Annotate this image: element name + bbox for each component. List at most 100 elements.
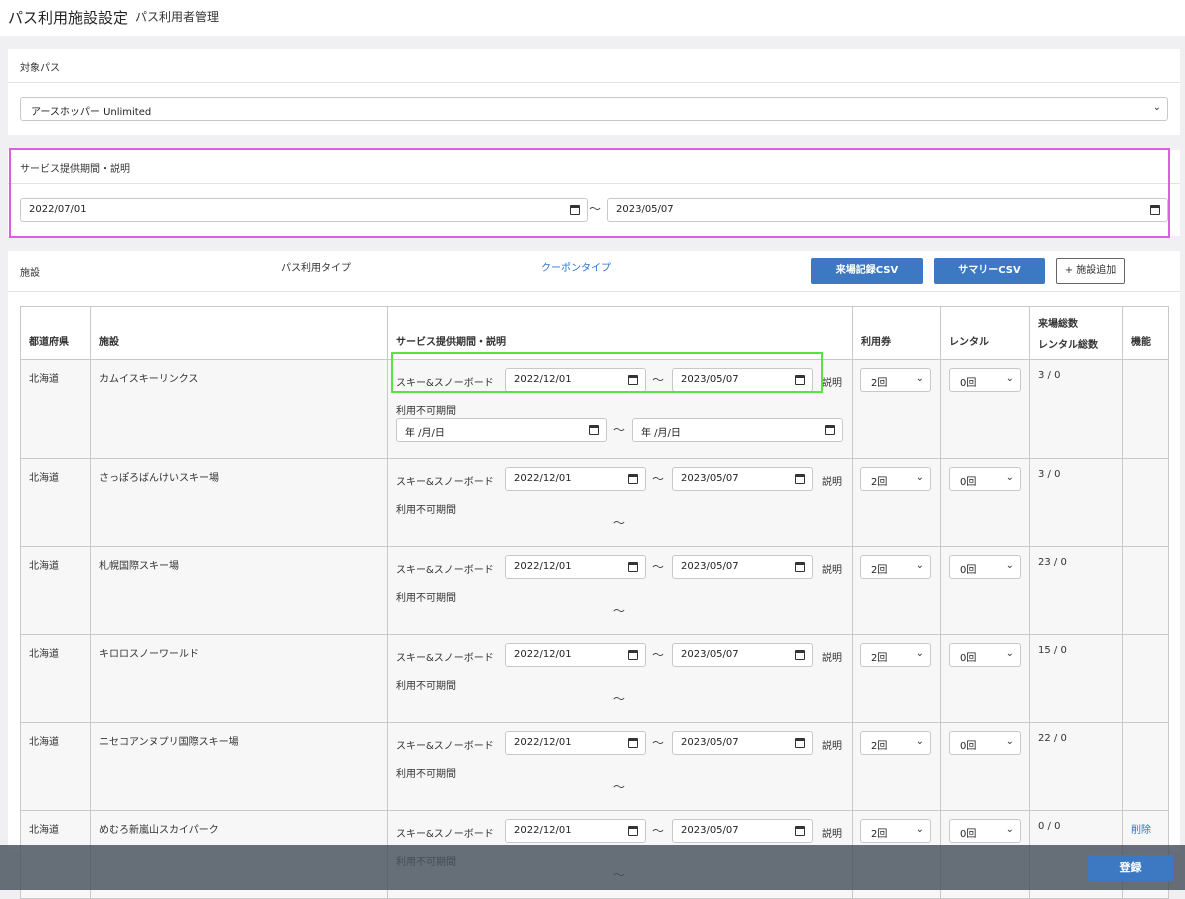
visit-record-csv-button[interactable]: 来場記録CSV — [811, 258, 923, 284]
chevron-down-icon: ⌄ — [1005, 824, 1014, 835]
facility-name: さっぽろばんけいスキー場 — [99, 473, 219, 484]
description-link[interactable]: 説明 — [822, 649, 842, 664]
plan-start-value: 2022/12/01 — [514, 825, 572, 836]
plan-end-date[interactable]: 2023/05/07 — [672, 643, 813, 667]
rental-select[interactable]: 0回 ⌄ — [949, 555, 1021, 579]
plan-end-date[interactable]: 2023/05/07 — [672, 555, 813, 579]
facility-table: 都道府県 施設 サービス提供期間・説明 利用券 レンタル 来場総数 レンタル総数… — [20, 306, 1169, 899]
cell-facility: 札幌国際スキー場 — [90, 546, 388, 635]
chevron-down-icon: ⌄ — [1005, 648, 1014, 659]
plan-start-date[interactable]: 2022/12/01 — [505, 467, 646, 491]
target-pass-select[interactable]: アースホッパー Unlimited ⌄ — [20, 97, 1168, 121]
calendar-icon[interactable] — [628, 826, 638, 836]
pass-type-label[interactable]: パス利用タイプ — [281, 259, 351, 274]
delete-link[interactable]: 削除 — [1131, 821, 1151, 836]
ticket-value: 2回 — [871, 378, 888, 389]
table-row: 北海道 ニセコアンヌプリ国際スキー場 スキー&スノーボード 2022/12/01… — [20, 722, 1169, 811]
plan-end-date[interactable]: 2023/05/07 — [672, 819, 813, 843]
page-subtitle-link[interactable]: パス利用者管理 — [135, 8, 219, 25]
col-facility: 施設 — [90, 306, 388, 360]
description-link[interactable]: 説明 — [822, 561, 842, 576]
ticket-select[interactable]: 2回 ⌄ — [860, 819, 931, 843]
cell-function — [1122, 546, 1169, 635]
ticket-select[interactable]: 2回 ⌄ — [860, 643, 931, 667]
cell-facility: キロロスノーワールド — [90, 634, 388, 723]
ticket-select[interactable]: 2回 ⌄ — [860, 731, 931, 755]
summary-csv-button[interactable]: サマリーCSV — [934, 258, 1045, 284]
facility-name: キロロスノーワールド — [99, 649, 199, 660]
ticket-value: 2回 — [871, 565, 888, 576]
chevron-down-icon: ⌄ — [915, 472, 924, 483]
calendar-icon[interactable] — [628, 562, 638, 572]
cell-totals: 22 / 0 — [1029, 722, 1123, 811]
plan-start-date[interactable]: 2022/12/01 — [505, 819, 646, 843]
add-facility-button[interactable]: + 施設追加 — [1056, 258, 1125, 284]
cell-totals: 23 / 0 — [1029, 546, 1123, 635]
ticket-select[interactable]: 2回 ⌄ — [860, 368, 931, 392]
prefecture-text: 北海道 — [29, 649, 59, 660]
coupon-type-link[interactable]: クーポンタイプ — [541, 259, 611, 274]
highlight-box-pink — [9, 148, 1170, 238]
unavailable-label: 利用不可期間 — [396, 593, 456, 604]
calendar-icon[interactable] — [795, 738, 805, 748]
calendar-icon[interactable] — [795, 826, 805, 836]
col-ticket: 利用券 — [852, 306, 941, 360]
calendar-icon[interactable] — [795, 562, 805, 572]
calendar-icon[interactable] — [628, 738, 638, 748]
calendar-icon[interactable] — [825, 425, 835, 435]
range-separator: 〜 — [613, 692, 626, 706]
rental-select[interactable]: 0回 ⌄ — [949, 731, 1021, 755]
prefecture-text: 北海道 — [29, 374, 59, 385]
range-separator: 〜 — [652, 560, 665, 574]
register-button[interactable]: 登録 — [1088, 855, 1173, 881]
plan-start-date[interactable]: 2022/12/01 — [505, 643, 646, 667]
plan-start-value: 2022/12/01 — [514, 737, 572, 748]
cell-ticket: 2回 ⌄ — [852, 546, 941, 635]
footer-bar — [0, 845, 1185, 890]
plan-start-value: 2022/12/01 — [514, 649, 572, 660]
unavailable-label: 利用不可期間 — [396, 681, 456, 692]
description-link[interactable]: 説明 — [822, 374, 842, 389]
ticket-select[interactable]: 2回 ⌄ — [860, 555, 931, 579]
cell-rental: 0回 ⌄ — [940, 634, 1030, 723]
plan-start-date[interactable]: 2022/12/01 — [505, 555, 646, 579]
rental-select[interactable]: 0回 ⌄ — [949, 368, 1021, 392]
cell-totals: 3 / 0 — [1029, 458, 1123, 547]
cell-rental: 0回 ⌄ — [940, 722, 1030, 811]
target-pass-label: 対象パス — [8, 49, 1180, 83]
chevron-down-icon: ⌄ — [1152, 102, 1161, 113]
chevron-down-icon: ⌄ — [915, 560, 924, 571]
calendar-icon[interactable] — [628, 650, 638, 660]
plan-end-date[interactable]: 2023/05/07 — [672, 731, 813, 755]
calendar-icon[interactable] — [628, 474, 638, 484]
range-separator: 〜 — [652, 736, 665, 750]
calendar-icon[interactable] — [795, 474, 805, 484]
unavailable-start-date[interactable]: 年 /月/日 — [396, 418, 607, 442]
calendar-icon[interactable] — [589, 425, 599, 435]
calendar-icon[interactable] — [795, 650, 805, 660]
plan-start-date[interactable]: 2022/12/01 — [505, 731, 646, 755]
cell-totals: 15 / 0 — [1029, 634, 1123, 723]
rental-value: 0回 — [960, 829, 977, 840]
plan-label: スキー&スノーボード — [396, 653, 494, 664]
rental-select[interactable]: 0回 ⌄ — [949, 643, 1021, 667]
col-rental: レンタル — [940, 306, 1030, 360]
col-totals: 来場総数 レンタル総数 — [1029, 306, 1123, 360]
range-separator: 〜 — [613, 516, 626, 530]
description-link[interactable]: 説明 — [822, 473, 842, 488]
rental-select[interactable]: 0回 ⌄ — [949, 467, 1021, 491]
rental-select[interactable]: 0回 ⌄ — [949, 819, 1021, 843]
ticket-select[interactable]: 2回 ⌄ — [860, 467, 931, 491]
cell-facility: カムイスキーリンクス — [90, 359, 388, 459]
description-link[interactable]: 説明 — [822, 737, 842, 752]
description-link[interactable]: 説明 — [822, 825, 842, 840]
facility-name: めむろ新嵐山スカイパーク — [99, 825, 219, 836]
range-separator: 〜 — [613, 780, 626, 794]
facility-name: カムイスキーリンクス — [99, 374, 199, 385]
unavailable-end-date[interactable]: 年 /月/日 — [632, 418, 843, 442]
cell-ticket: 2回 ⌄ — [852, 458, 941, 547]
prefecture-text: 北海道 — [29, 825, 59, 836]
target-pass-panel: 対象パス アースホッパー Unlimited ⌄ — [8, 49, 1180, 135]
cell-prefecture: 北海道 — [20, 546, 91, 635]
plan-end-date[interactable]: 2023/05/07 — [672, 467, 813, 491]
